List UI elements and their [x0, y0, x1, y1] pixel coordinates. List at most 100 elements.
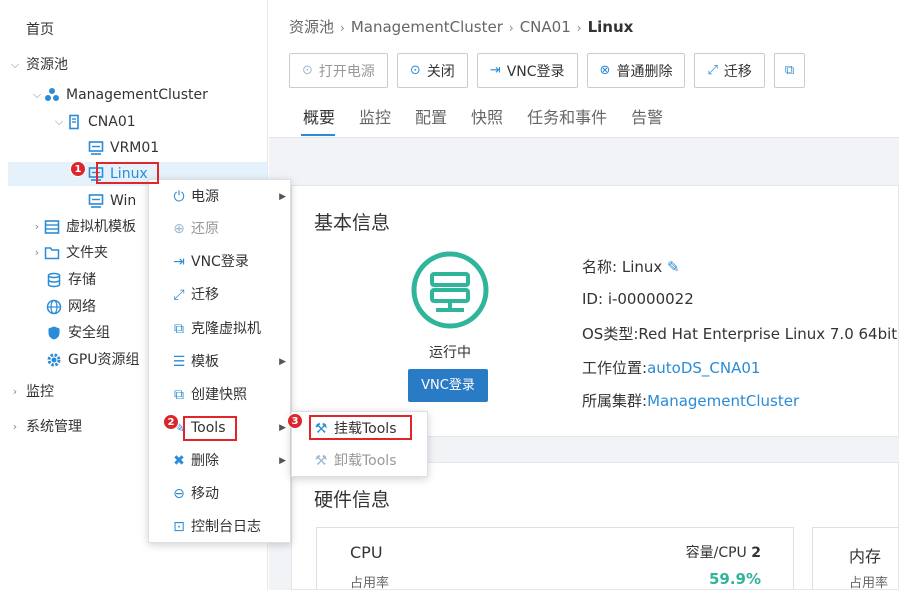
vnc-login-button[interactable]: VNC登录: [408, 369, 488, 402]
sidebar-item-folders[interactable]: › 文件夹: [30, 241, 108, 265]
sidebar-item-managementcluster[interactable]: ⌵ ManagementCluster: [30, 83, 208, 107]
button-label: 打开电源: [318, 63, 375, 80]
sidebar-item-vrm01[interactable]: VRM01: [88, 136, 159, 160]
globe-icon: [46, 299, 62, 315]
basic-info-panel: 基本信息 运行中 VNC登录 名称: Linux ✎ ID: i-0000002…: [291, 185, 899, 437]
power-on-button[interactable]: ⊙ 打开电源: [289, 53, 388, 88]
button-label: 迁移: [723, 63, 752, 80]
sidebar-item-system-management[interactable]: › 系统管理: [8, 415, 82, 439]
breadcrumb-current: Linux: [587, 18, 634, 36]
power-icon: ⏻: [173, 189, 185, 205]
field-label: ID:: [582, 290, 604, 308]
breadcrumb-item[interactable]: 资源池: [289, 18, 334, 36]
sidebar-item-monitoring[interactable]: › 监控: [8, 380, 54, 404]
menu-item-label: 控制台日志: [191, 519, 261, 535]
sidebar-item-win[interactable]: Win: [88, 189, 136, 213]
menu-item-console-log[interactable]: ⊡ 控制台日志: [149, 512, 292, 542]
terminal-icon: ⊡: [173, 519, 185, 535]
menu-item-clone-vm[interactable]: ⧉ 克隆虚拟机: [149, 314, 292, 344]
breadcrumb: 资源池 › ManagementCluster › CNA01 › Linux: [289, 16, 633, 37]
cpu-capacity: 容量/CPU 2: [686, 542, 761, 562]
sidebar-item-label: 文件夹: [66, 245, 108, 261]
caret-right-icon: ▶: [279, 357, 286, 367]
sidebar-item-vm-templates[interactable]: › 虚拟机模板: [30, 215, 136, 239]
sidebar-item-network[interactable]: 网络: [46, 295, 96, 319]
sidebar-item-label: ManagementCluster: [66, 87, 208, 103]
tab-bar: 概要 监控 配置 快照 任务和事件 告警: [289, 104, 675, 136]
menu-item-migrate[interactable]: ⤢ 迁移: [149, 280, 292, 310]
chevron-right-icon[interactable]: ›: [8, 415, 22, 439]
template-icon: [44, 219, 60, 235]
chevron-right-icon: ›: [508, 21, 514, 35]
context-menu: ⏻ 电源 ▶ ⊕ 还原 ⇥ VNC登录 ⤢ 迁移 ⧉ 克隆虚拟机 ☰ 模板 ▶ ⧉ 创建快照 ✎ T…: [148, 179, 291, 543]
memory-card: 内存 占用率: [812, 527, 899, 590]
chevron-right-icon[interactable]: ›: [30, 241, 44, 265]
location-link[interactable]: autoDS_CNA01: [647, 359, 760, 377]
menu-item-label: 还原: [191, 221, 219, 237]
sidebar-item-home[interactable]: 首页: [26, 18, 54, 42]
page-header: 资源池 › ManagementCluster › CNA01 › Linux ⊙ 打开电源 …: [269, 0, 899, 138]
sidebar-item-cna01[interactable]: ⌵ CNA01: [52, 110, 136, 134]
sidebar-item-label: 网络: [68, 299, 96, 315]
delete-button[interactable]: ⊗ 普通删除: [586, 53, 686, 88]
gear-icon: [46, 352, 62, 368]
sidebar-item-security-group[interactable]: 安全组: [46, 321, 110, 345]
tools-icon: ⚒: [314, 453, 328, 469]
menu-item-template[interactable]: ☰ 模板 ▶: [149, 347, 292, 377]
close-circle-icon: ⊗: [599, 63, 611, 78]
menu-item-delete[interactable]: ✖ 删除 ▶: [149, 446, 292, 476]
clone-icon: ⧉: [174, 321, 184, 337]
chevron-down-icon[interactable]: ⌵: [52, 110, 66, 134]
snapshot-button[interactable]: ⧉: [773, 53, 806, 88]
menu-item-label: 电源: [191, 189, 219, 205]
sidebar-item-gpu-group[interactable]: GPU资源组: [46, 348, 140, 372]
sidebar-item-label: GPU资源组: [68, 352, 140, 368]
menu-item-unmount-tools[interactable]: ⚒ 卸载Tools: [292, 446, 429, 476]
sidebar-item-label: 资源池: [26, 57, 68, 73]
login-icon: ⇥: [489, 63, 501, 78]
cluster-link[interactable]: ManagementCluster: [647, 392, 799, 410]
tab-overview[interactable]: 概要: [289, 104, 347, 136]
expand-arrows-icon: ⤢: [707, 63, 718, 78]
sidebar-item-resource-pool[interactable]: ⌵ 资源池: [8, 53, 68, 77]
edit-pencil-icon[interactable]: ✎: [667, 258, 680, 276]
menu-item-power[interactable]: ⏻ 电源 ▶: [149, 182, 292, 212]
sidebar-item-label: 存储: [68, 272, 96, 288]
migrate-button[interactable]: ⤢ 迁移: [694, 53, 765, 88]
menu-item-restore[interactable]: ⊕ 还原: [149, 214, 292, 244]
shutdown-button[interactable]: ⊙ 关闭: [396, 53, 468, 88]
caret-right-icon: ▶: [279, 456, 286, 466]
menu-item-label: 删除: [191, 453, 219, 469]
field-label: OS类型:: [582, 325, 639, 343]
tab-alarms[interactable]: 告警: [619, 104, 675, 136]
chevron-down-icon[interactable]: ⌵: [8, 53, 22, 77]
close-icon: ✖: [173, 453, 185, 469]
menu-item-vnc-login[interactable]: ⇥ VNC登录: [149, 247, 292, 277]
tab-tasks-events[interactable]: 任务和事件: [515, 104, 619, 136]
vm-status-icon: [410, 250, 490, 330]
field-label: 名称:: [582, 258, 618, 276]
menu-item-create-snapshot[interactable]: ⧉ 创建快照: [149, 380, 292, 410]
login-icon: ⇥: [173, 254, 185, 270]
highlight-box: [183, 416, 237, 441]
vm-icon: [88, 140, 104, 156]
chevron-right-icon[interactable]: ›: [30, 215, 44, 239]
chevron-right-icon[interactable]: ›: [8, 380, 22, 404]
menu-item-move[interactable]: ⊖ 移动: [149, 479, 292, 509]
section-title: 基本信息: [314, 212, 391, 234]
chevron-down-icon[interactable]: ⌵: [30, 83, 44, 107]
memory-usage-label: 占用率: [849, 576, 889, 590]
breadcrumb-item[interactable]: CNA01: [520, 18, 571, 36]
stop-circle-icon: ⊙: [409, 63, 421, 78]
tab-snapshots[interactable]: 快照: [459, 104, 515, 136]
menu-item-label: 迁移: [191, 287, 219, 303]
tab-monitoring[interactable]: 监控: [347, 104, 403, 136]
sidebar-item-storage[interactable]: 存储: [46, 268, 96, 292]
sidebar-item-label: VRM01: [110, 140, 160, 156]
step-badge: 1: [70, 161, 86, 177]
tab-configuration[interactable]: 配置: [403, 104, 459, 136]
vnc-login-button[interactable]: ⇥ VNC登录: [476, 53, 578, 88]
step-badge: 3: [287, 413, 303, 429]
breadcrumb-item[interactable]: ManagementCluster: [351, 18, 503, 36]
caret-right-icon: ▶: [279, 192, 286, 202]
